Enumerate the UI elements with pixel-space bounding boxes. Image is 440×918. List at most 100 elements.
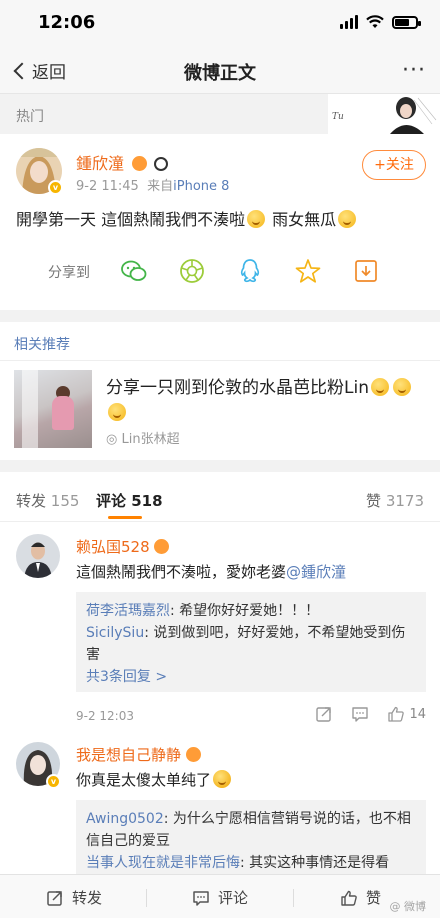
comment-author-name[interactable]: 赖弘国528: [76, 536, 170, 557]
bottom-action-bar: 转发 评论 赞 @ 微博: [0, 874, 440, 918]
recommend-author[interactable]: ◎ Lin张林超: [106, 428, 180, 447]
post-text-part1: 開學第一天 這個熱鬧我們不湊啦: [16, 210, 246, 229]
post-source[interactable]: iPhone 8: [173, 179, 229, 194]
post-text: 開學第一天 這個熱鬧我們不湊啦 雨女無瓜: [16, 206, 358, 230]
fan-badge-icon: [185, 747, 201, 762]
like-button[interactable]: 赞: [340, 887, 381, 908]
tab-repost[interactable]: 转发 155: [16, 490, 79, 511]
reply-text: : 其实这种事情还是得看: [240, 855, 390, 871]
comment-time: 9-2 12:03: [76, 709, 134, 723]
banner-portrait: [390, 97, 437, 134]
weibo-post-card: v 鍾欣潼 9-2 11:45 来自iPhone 8 +关注 開學第一天 這個熱…: [0, 134, 440, 310]
status-bar: 12:06: [0, 0, 440, 48]
comment-mention[interactable]: @鍾欣潼: [286, 563, 346, 581]
verified-badge-icon: v: [46, 774, 61, 789]
share-row: 分享到: [0, 254, 440, 290]
like-label: 赞: [366, 889, 382, 907]
follow-button[interactable]: +关注: [362, 150, 426, 180]
tab-repost-count: 155: [50, 492, 80, 510]
smile-emoji-icon: [247, 210, 266, 228]
comment-text-body: 這個熱鬧我們不湊啦，愛妳老婆: [76, 563, 287, 581]
active-tab-indicator: [108, 516, 142, 519]
reply-author[interactable]: 当事人现在就是非常后悔: [86, 855, 240, 871]
recommend-thumbnail[interactable]: [14, 370, 92, 448]
grin-emoji-icon: [370, 378, 389, 396]
post-time: 9-2 11:45: [76, 179, 139, 194]
qzone-icon[interactable]: [294, 257, 322, 285]
moments-icon[interactable]: [178, 257, 206, 285]
divider: [0, 360, 440, 361]
verified-badge-icon: v: [48, 180, 63, 195]
comment-text: 這個熱鬧我們不湊啦，愛妳老婆@鍾欣潼: [76, 561, 346, 582]
fan-badge-icon: [154, 539, 170, 554]
comment-icon: [193, 890, 209, 906]
reply-author[interactable]: Awing0502: [86, 811, 164, 827]
more-options-button[interactable]: ···: [402, 58, 426, 83]
signal-icon: [340, 15, 358, 29]
qq-icon[interactable]: [236, 257, 264, 285]
tab-comments[interactable]: 评论 518: [96, 490, 163, 511]
comment-author-name-text: 我是想自己静静: [76, 746, 182, 764]
like-button[interactable]: 14: [387, 705, 426, 723]
yum-emoji-icon: [338, 210, 357, 228]
comment-actions: 14: [315, 705, 426, 723]
related-header: 相关推荐: [14, 337, 70, 353]
share-icon[interactable]: [315, 705, 333, 723]
recommend-title[interactable]: 分享一只刚到伦敦的水晶芭比粉Lin: [106, 376, 426, 426]
grin-emoji-icon: [392, 378, 411, 396]
tab-likes[interactable]: 赞 3173: [366, 490, 424, 511]
tab-comments-count: 518: [131, 492, 163, 510]
battery-icon: [392, 15, 421, 29]
save-image-icon[interactable]: [352, 257, 380, 285]
watermark: @ 微博: [389, 900, 427, 913]
share-label: 分享到: [48, 265, 90, 281]
reply-item: 当事人现在就是非常后悔: 其实这种事情还是得看: [86, 852, 416, 874]
comment-label: 评论: [218, 889, 249, 907]
status-time: 12:06: [38, 12, 96, 33]
thumbs-up-icon: [341, 890, 357, 906]
thumbs-up-icon: [388, 706, 405, 722]
tab-comments-label: 评论: [96, 492, 127, 510]
post-author-name-text: 鍾欣潼: [76, 154, 125, 173]
tab-repost-label: 转发: [16, 492, 47, 510]
comment-text-body: 你真是太傻太单纯了: [76, 771, 212, 789]
comment-text: 你真是太傻太单纯了: [76, 769, 233, 790]
comments-section: 转发 155 评论 518 赞 3173 赖弘国528 這個熱鬧我們不湊啦，愛妳…: [0, 472, 440, 892]
comment-author-name[interactable]: 我是想自己静静: [76, 744, 201, 765]
reply-item: 荷李活瑪嘉烈: 希望你好好爱她！！！: [86, 600, 416, 622]
hot-banner-image[interactable]: Tu: [328, 94, 440, 134]
fan-badge-icon: [132, 156, 148, 171]
tab-likes-count: 3173: [385, 492, 424, 510]
hot-section-header: 热门 Tu: [0, 94, 440, 134]
comment-button[interactable]: 评论: [192, 887, 248, 908]
repost-label: 转发: [72, 889, 103, 907]
comment-icon[interactable]: [351, 705, 369, 723]
banner-signature: Tu: [332, 112, 344, 122]
divider: [293, 889, 294, 907]
reply-preview-box[interactable]: Awing0502: 为什么宁愿相信营销号说的话，也不相信自己的爱豆 当事人现在…: [76, 800, 426, 876]
reply-author[interactable]: 荷李活瑪嘉烈: [86, 603, 170, 619]
divider: [146, 889, 147, 907]
interaction-tabs: 转发 155 评论 518 赞 3173: [0, 472, 440, 522]
status-icons: [340, 15, 421, 29]
grin-emoji-icon: [108, 403, 126, 421]
hot-label: 热门: [16, 109, 44, 125]
repost-button[interactable]: 转发: [46, 887, 102, 908]
recommend-title-text: 分享一只刚到伦敦的水晶芭比粉Lin: [106, 378, 369, 398]
post-author-name[interactable]: 鍾欣潼: [76, 150, 169, 174]
comment-avatar[interactable]: [16, 534, 60, 578]
related-recommendation-card: 相关推荐 分享一只刚到伦敦的水晶芭比粉Lin ◎ Lin张林超: [0, 322, 440, 460]
wechat-icon[interactable]: [120, 257, 148, 285]
post-meta: 9-2 11:45 来自iPhone 8: [76, 175, 229, 194]
panda-icon: [154, 157, 169, 171]
reply-item: SicilySiu: 说到做到吧，好好爱她，不希望她受到伤害: [86, 622, 416, 666]
reply-author[interactable]: SicilySiu: [86, 625, 144, 641]
upside-down-emoji-icon: [213, 770, 232, 788]
view-all-replies-link[interactable]: 共3条回复 >: [86, 666, 416, 688]
wifi-icon: [366, 15, 384, 28]
repost-icon: [47, 890, 62, 906]
reply-preview-box[interactable]: 荷李活瑪嘉烈: 希望你好好爱她！！！ SicilySiu: 说到做到吧，好好爱她…: [76, 592, 426, 692]
reply-item: Awing0502: 为什么宁愿相信营销号说的话，也不相信自己的爱豆: [86, 808, 416, 852]
reply-text: : 希望你好好爱她！！！: [170, 603, 320, 619]
tab-likes-label: 赞: [366, 492, 382, 510]
